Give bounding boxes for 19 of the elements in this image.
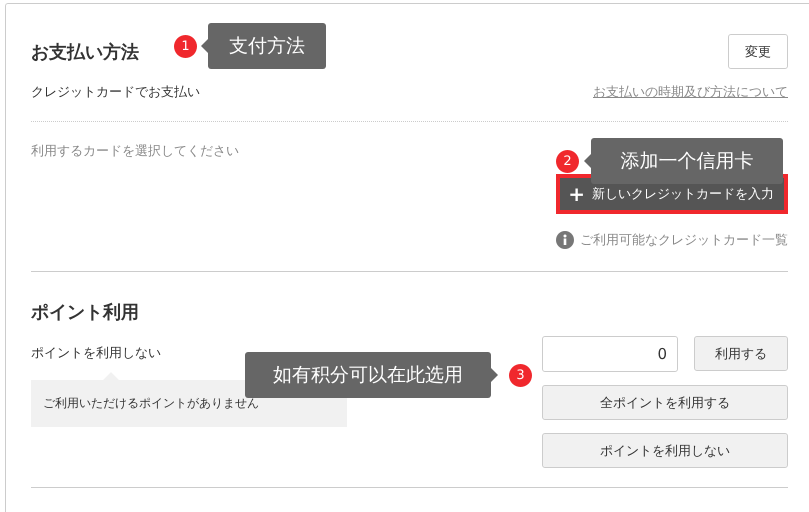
use-all-points-button[interactable]: 全ポイントを利用する <box>542 385 788 420</box>
annotation-tooltip: 支付方法 <box>201 23 326 69</box>
card-list-link[interactable]: ご利用可能なクレジットカード一覧 <box>580 231 788 249</box>
info-icon <box>556 231 574 249</box>
step-number-badge: 2 <box>556 150 579 173</box>
step-number-badge: 1 <box>174 35 197 58</box>
points-input[interactable]: 0 <box>542 336 678 372</box>
points-status-text: ポイントを利用しない <box>31 346 161 361</box>
annotation-tooltip: 如有积分可以在此选用 <box>245 352 498 398</box>
section-title: ポイント利用 <box>31 301 140 324</box>
card-prompt-text: 利用するカードを選択してください <box>31 143 239 160</box>
payment-method-text: クレジットカードでお支払い <box>31 84 200 101</box>
payment-info-link[interactable]: お支払いの時期及び方法について <box>593 83 788 101</box>
step-number-badge: 3 <box>509 364 532 387</box>
no-points-button[interactable]: ポイントを利用しない <box>542 433 788 468</box>
annotation-tooltip: 添加一个信用卡 <box>584 138 783 184</box>
change-button[interactable]: 変更 <box>728 34 788 69</box>
section-title: お支払い方法 <box>31 40 139 64</box>
apply-points-button[interactable]: 利用する <box>694 336 788 371</box>
